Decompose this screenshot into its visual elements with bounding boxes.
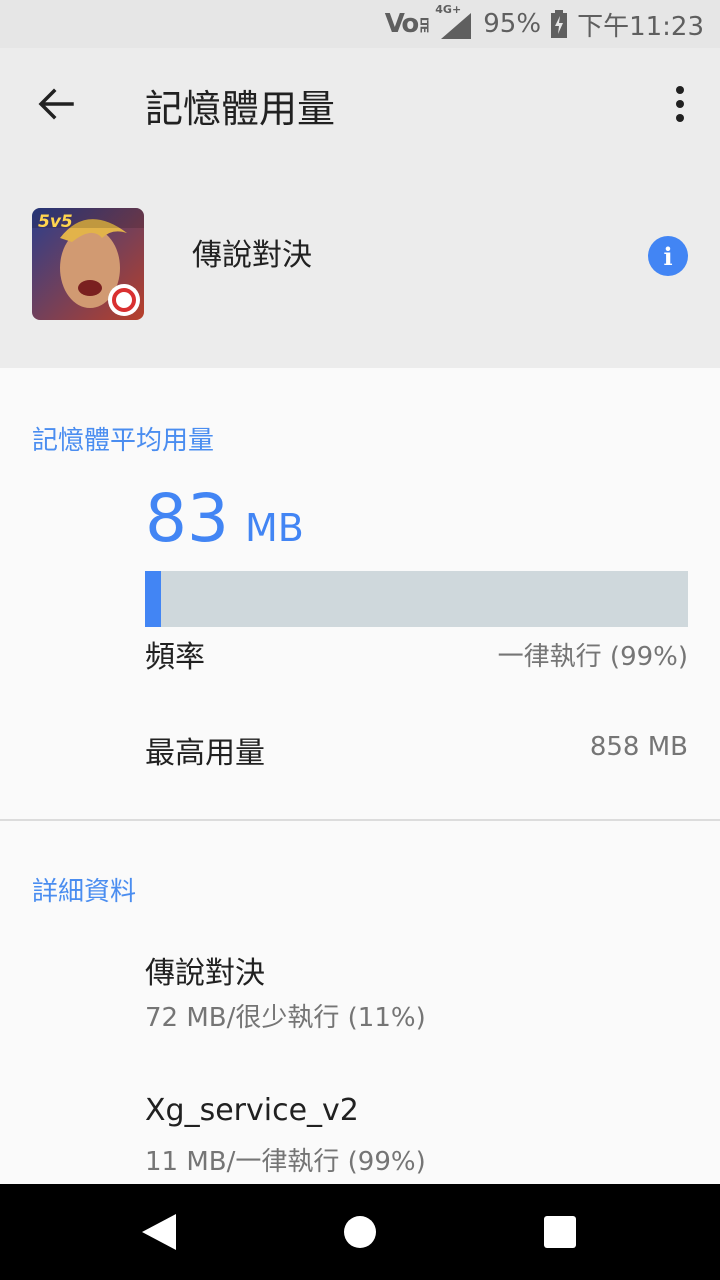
- avg-memory-number: 83: [145, 480, 229, 557]
- more-vert-icon: [676, 86, 684, 94]
- arrow-back-icon: [38, 88, 74, 120]
- page-title: 記憶體用量: [145, 87, 336, 131]
- app-header: 5v5 傳說對決 i: [0, 160, 720, 368]
- battery-percent: 95%: [483, 9, 542, 39]
- app-icon: 5v5: [32, 208, 144, 320]
- memory-usage-bar: [145, 571, 688, 627]
- detail-item-usage: 11 MB/一律執行 (99%): [145, 1147, 426, 1177]
- info-button[interactable]: i: [648, 236, 688, 276]
- volte-icon: Vo LTE: [384, 9, 431, 39]
- avg-memory-unit: MB: [244, 506, 304, 550]
- memory-usage-bar-fill: [145, 571, 162, 627]
- app-name: 傳說對決: [192, 238, 312, 273]
- navigation-bar: [0, 1184, 720, 1280]
- frequency-value: 一律執行 (99%): [497, 642, 688, 672]
- status-bar: Vo LTE 4G+ 95% 下午11:23: [0, 0, 720, 48]
- detail-item-name: Xg_service_v2: [145, 1093, 359, 1128]
- signal-icon: 4G+: [435, 3, 473, 39]
- clock: 下午11:23: [577, 11, 704, 42]
- avg-memory-value: 83 MB: [145, 480, 304, 557]
- nav-recents-button[interactable]: [544, 1216, 576, 1248]
- max-usage-label: 最高用量: [145, 736, 265, 771]
- more-options-button[interactable]: [660, 80, 700, 128]
- max-usage-value: 858 MB: [589, 732, 688, 762]
- info-icon: i: [663, 241, 673, 271]
- detail-item-usage: 72 MB/很少執行 (11%): [145, 1003, 426, 1033]
- back-button[interactable]: [26, 74, 86, 134]
- app-bar: 記憶體用量: [0, 48, 720, 160]
- detail-item-name: 傳說對決: [145, 956, 265, 991]
- frequency-label: 頻率: [145, 640, 205, 675]
- details-section-title: 詳細資料: [32, 877, 137, 907]
- nav-back-button[interactable]: [140, 1212, 178, 1256]
- nav-home-button[interactable]: [344, 1216, 376, 1248]
- triangle-back-icon: [142, 1214, 176, 1250]
- section-divider: [0, 819, 720, 821]
- avg-memory-section-title: 記憶體平均用量: [32, 426, 215, 456]
- app-icon-badge: 5v5: [38, 212, 73, 232]
- battery-charging-icon: [551, 10, 568, 38]
